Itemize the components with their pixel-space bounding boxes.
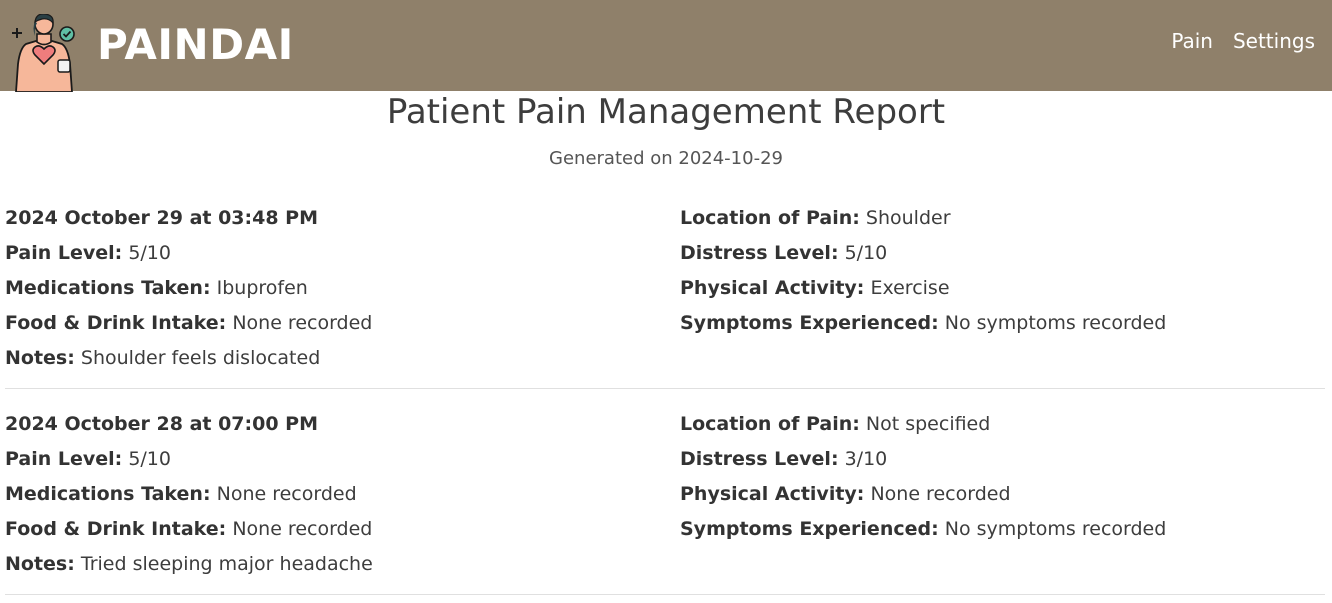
entry-divider [5, 594, 1325, 595]
notes-field: Notes: Shoulder feels dislocated [5, 347, 321, 369]
medications-field: Medications Taken: None recorded [5, 483, 357, 505]
entry-divider [5, 388, 1325, 389]
nav-link-pain[interactable]: Pain [1171, 29, 1213, 53]
distress-level-field: Distress Level: 3/10 [680, 448, 888, 470]
pain-level-field: Pain Level: 5/10 [5, 448, 171, 470]
medications-field: Medications Taken: Ibuprofen [5, 277, 308, 299]
food-intake-field: Food & Drink Intake: None recorded [5, 518, 373, 540]
patient-body-icon [12, 14, 75, 92]
distress-level-field: Distress Level: 5/10 [680, 242, 888, 264]
physical-activity-field: Physical Activity: Exercise [680, 277, 950, 299]
brand[interactable]: PAINDAI [8, 14, 293, 92]
generated-date: Generated on 2024-10-29 [549, 148, 783, 169]
location-field: Location of Pain: Not specified [680, 413, 991, 435]
food-intake-field: Food & Drink Intake: None recorded [5, 312, 373, 334]
nav-links: Pain Settings [1171, 29, 1315, 53]
brand-name[interactable]: PAINDAI [97, 20, 294, 69]
entry-datetime: 2024 October 28 at 07:00 PM [5, 413, 319, 435]
entry-datetime: 2024 October 29 at 03:48 PM [5, 207, 319, 229]
page-title: Patient Pain Management Report [386, 92, 946, 132]
location-field: Location of Pain: Shoulder [680, 207, 951, 229]
nav-link-settings[interactable]: Settings [1233, 29, 1315, 53]
physical-activity-field: Physical Activity: None recorded [680, 483, 1011, 505]
symptoms-field: Symptoms Experienced: No symptoms record… [680, 518, 1167, 540]
navbar: PAINDAI Pain Settings [0, 0, 1332, 92]
symptoms-field: Symptoms Experienced: No symptoms record… [680, 312, 1167, 334]
pain-level-field: Pain Level: 5/10 [5, 242, 171, 264]
notes-field: Notes: Tried sleeping major headache [5, 553, 373, 575]
